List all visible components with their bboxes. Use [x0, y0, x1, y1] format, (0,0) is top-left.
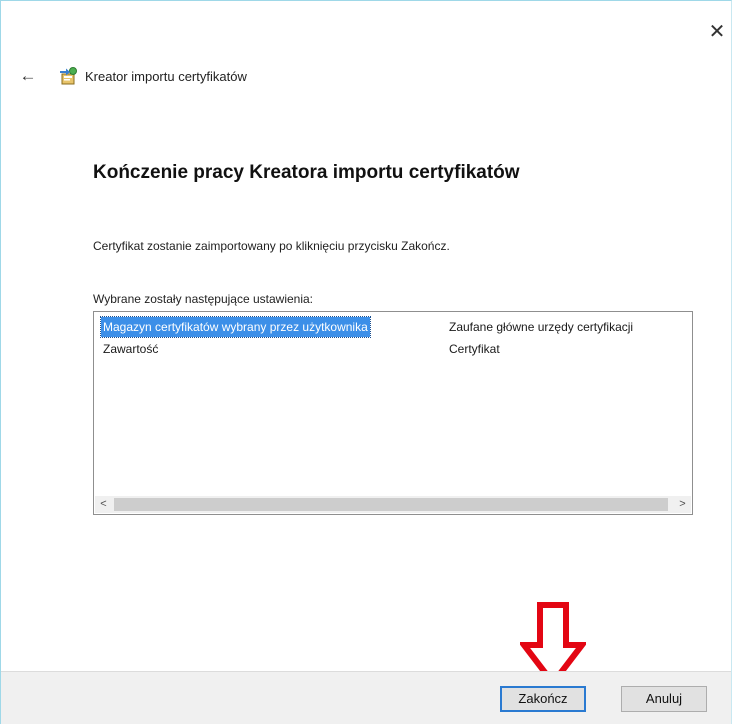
certificate-import-wizard-window: ✕ ← Kreator importu certyfikatów Kończen… — [0, 0, 732, 724]
setting-value: Certyfikat — [449, 342, 500, 356]
back-button[interactable]: ← — [15, 64, 41, 88]
scroll-left-button[interactable]: < — [95, 496, 112, 513]
scroll-track[interactable] — [112, 496, 674, 513]
window-title: Kreator importu certyfikatów — [85, 68, 247, 84]
list-item[interactable]: Magazyn certyfikatów wybrany przez użytk… — [100, 316, 688, 338]
intro-text: Certyfikat zostanie zaimportowany po kli… — [93, 239, 450, 253]
scroll-right-button[interactable]: > — [674, 496, 691, 513]
wizard-footer: Zakończ Anuluj — [1, 671, 731, 724]
scroll-thumb[interactable] — [114, 498, 668, 511]
back-arrow-icon: ← — [19, 66, 37, 85]
list-item[interactable]: Zawartość Certyfikat — [101, 338, 688, 360]
wizard-nav-row: ← Kreator importu certyfikatów — [15, 63, 247, 89]
settings-label: Wybrane zostały następujące ustawienia: — [93, 292, 314, 306]
setting-key: Zawartość — [103, 342, 159, 356]
settings-rows: Magazyn certyfikatów wybrany przez użytk… — [100, 316, 688, 360]
horizontal-scrollbar[interactable]: < > — [95, 496, 691, 513]
settings-list[interactable]: Magazyn certyfikatów wybrany przez użytk… — [93, 311, 693, 515]
close-icon: ✕ — [708, 21, 726, 43]
cancel-button[interactable]: Anuluj — [621, 686, 707, 712]
certificate-import-icon — [60, 67, 77, 85]
finish-button[interactable]: Zakończ — [500, 686, 586, 712]
chevron-right-icon: > — [679, 498, 686, 510]
page-title: Kończenie pracy Kreatora importu certyfi… — [93, 162, 520, 183]
chevron-left-icon: < — [100, 498, 107, 510]
close-button[interactable]: ✕ — [704, 19, 730, 45]
setting-value: Zaufane główne urzędy certyfikacji — [449, 320, 634, 334]
setting-key: Magazyn certyfikatów wybrany przez użytk… — [100, 316, 371, 338]
